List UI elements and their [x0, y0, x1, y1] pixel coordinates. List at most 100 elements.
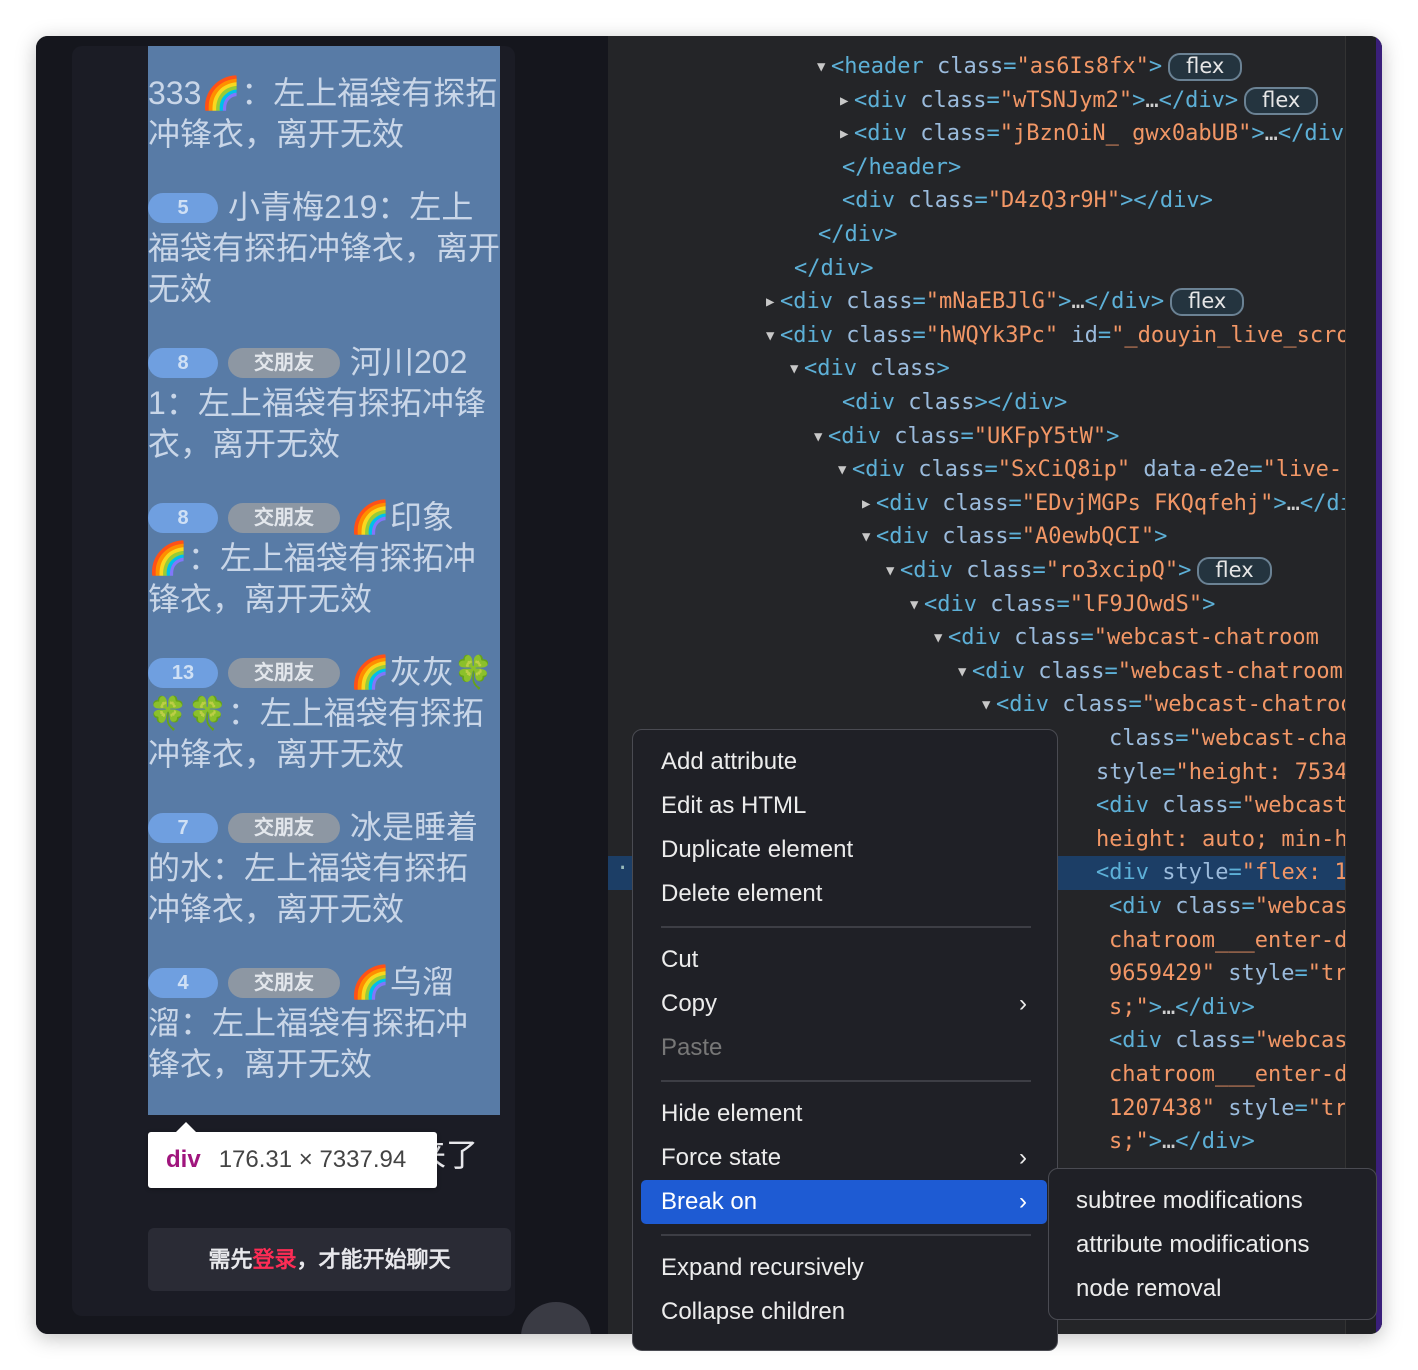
dom-node-row[interactable]: <div style="flex: 1 1 [1096, 856, 1345, 890]
dom-node-row[interactable]: 1207438" style="tra [1109, 1092, 1345, 1126]
menu-item-break-on[interactable]: Break on › [641, 1180, 1047, 1224]
dom-node-row[interactable]: ▼ <div class> [790, 352, 950, 386]
code-token: <div [1096, 793, 1163, 819]
code-token: = [1056, 591, 1070, 617]
code-token: … [1286, 490, 1300, 516]
expanded-triangle-icon[interactable]: ▼ [766, 319, 780, 353]
dom-node-row[interactable]: ▼ <div class="webcast-chatroom [934, 621, 1319, 655]
dom-node-row[interactable]: <div class="webcast-chatroom [1096, 789, 1345, 823]
expanded-triangle-icon[interactable]: ▼ [886, 554, 900, 588]
dom-node-row[interactable]: s;">…</div> [1109, 1125, 1255, 1159]
code-token: <div [854, 121, 921, 147]
menu-item-collapse-children[interactable]: Collapse children [641, 1290, 1047, 1334]
user-level-badge: 8 [148, 503, 218, 533]
menu-item-edit-as-html[interactable]: Edit as HTML [641, 784, 1047, 828]
expanded-triangle-icon[interactable]: ▼ [790, 352, 804, 386]
dom-node-row[interactable]: <div class="webcast [1109, 1024, 1345, 1058]
dom-node-row[interactable]: </header> [842, 151, 961, 185]
dom-node-row[interactable]: <div class="webcast [1109, 890, 1345, 924]
menu-item-expand-recursively[interactable]: Expand recursively [641, 1246, 1047, 1290]
code-token: "SxCiQ8ip" [997, 457, 1131, 483]
chat-username[interactable]: 333🌈 [148, 75, 241, 111]
submenu-item-node-removal[interactable]: node removal [1076, 1267, 1221, 1311]
collapsed-triangle-icon[interactable]: ▶ [766, 285, 780, 319]
code-token: height: auto; min-height [1096, 826, 1345, 852]
menu-item-label: Delete element [661, 880, 823, 907]
dom-node-row[interactable]: <div class="D4zQ3r9H"></div> [842, 184, 1213, 218]
dom-node-row[interactable]: class="webcast-chatroom [1109, 722, 1345, 756]
floating-help-button[interactable] [521, 1302, 591, 1334]
code-token: = [1104, 658, 1118, 684]
flex-badge[interactable]: flex [1170, 288, 1245, 317]
collapsed-triangle-icon[interactable]: ▶ [840, 117, 854, 151]
code-token: = [1249, 457, 1263, 483]
menu-item-hide-element[interactable]: Hide element [641, 1092, 1047, 1136]
dom-node-row[interactable]: 9659429" style="tra [1109, 957, 1345, 991]
chevron-right-icon: › [1019, 1188, 1027, 1215]
menu-item-delete-element[interactable]: Delete element [641, 872, 1047, 916]
menu-item-add-attribute[interactable]: Add attribute [641, 740, 1047, 784]
dom-node-row[interactable]: ▶ <div class="mNaEBJlG">…</div> flex [766, 285, 1245, 319]
expanded-triangle-icon[interactable]: ▼ [817, 50, 831, 84]
dom-node-row[interactable]: ▶<div class="EDvjMGPs FKQqfehj">…</div> [862, 487, 1345, 521]
expanded-triangle-icon[interactable]: ▼ [958, 655, 972, 689]
dom-node-row[interactable]: style="height: 7534.52px [1096, 756, 1345, 790]
inspected-element-highlight: 333🌈：左上福袋有探拓冲锋衣，离开无效 5 小青梅219：左上福袋有探拓冲锋衣，离… [148, 46, 500, 1115]
expanded-triangle-icon[interactable]: ▼ [862, 520, 876, 554]
dom-node-row[interactable]: ▼<div class="SxCiQ8ip" data-e2e="live-ro… [838, 453, 1345, 487]
dom-node-row[interactable]: s;">…</div> [1109, 991, 1255, 1025]
menu-separator [661, 1080, 1031, 1082]
user-level-badge: 13 [148, 658, 218, 688]
dom-node-row[interactable]: chatroom___enter-do [1109, 924, 1345, 958]
flex-badge[interactable]: flex [1244, 86, 1319, 115]
expanded-triangle-icon[interactable]: ▼ [814, 420, 828, 454]
code-token: <div [780, 322, 847, 348]
expanded-triangle-icon[interactable]: ▼ [982, 688, 996, 722]
expanded-triangle-icon[interactable]: ▼ [838, 453, 852, 487]
menu-item-copy[interactable]: Copy › [641, 982, 1047, 1026]
dom-node-row[interactable]: ▼ <header class="as6Is8fx"> flex [817, 50, 1243, 84]
dom-node-row[interactable]: ▼ <div class="webcast-chatroom [982, 688, 1345, 722]
collapsed-triangle-icon[interactable]: ▶ [862, 487, 876, 521]
collapsed-triangle-icon[interactable]: ▶ [840, 84, 854, 118]
code-token: </div> [1299, 490, 1345, 516]
submenu-item-subtree-modifications[interactable]: subtree modifications [1076, 1179, 1303, 1223]
chat-username[interactable]: 小青梅219 [228, 189, 377, 225]
code-token: </div> [818, 222, 898, 247]
chat-panel: 333🌈：左上福袋有探拓冲锋衣，离开无效 5 小青梅219：左上福袋有探拓冲锋衣，离… [72, 46, 515, 1316]
expanded-triangle-icon[interactable]: ▼ [910, 588, 924, 622]
code-token: <div [854, 87, 921, 113]
tooltip-size: 176.31 × 7337.94 [218, 1146, 407, 1173]
dom-node-row[interactable]: height: auto; min-height [1096, 823, 1345, 857]
dom-node-row[interactable]: ▶ <div class="wTSNJym2">…</div> flex [840, 84, 1319, 118]
menu-item-force-state[interactable]: Force state › [641, 1136, 1047, 1180]
dom-node-row[interactable]: ▼ <div class="lF9JOwdS"> [910, 588, 1215, 622]
code-token: = [1162, 759, 1176, 785]
menu-item-label: Edit as HTML [661, 792, 807, 819]
chat-message: 5 小青梅219：左上福袋有探拓冲锋衣，离开无效 [148, 187, 500, 310]
user-level-badge: 8 [148, 348, 218, 378]
login-link[interactable]: 登录 [252, 1247, 296, 1272]
expanded-triangle-icon[interactable]: ▼ [934, 621, 948, 655]
code-token: > [936, 356, 950, 382]
dom-node-row[interactable]: <div class></div> [842, 386, 1067, 420]
menu-item-cut[interactable]: Cut [641, 938, 1047, 982]
dom-node-row[interactable]: chatroom___enter-do [1109, 1058, 1345, 1092]
flex-badge[interactable]: flex [1168, 53, 1243, 81]
flex-badge[interactable]: flex [1197, 557, 1272, 585]
dom-node-row[interactable]: ▼ <div class="A0ewbQCI"> [862, 520, 1167, 554]
dom-node-row[interactable]: ▼ <div class="ro3xcipQ"> flex [886, 554, 1272, 588]
dom-node-row[interactable]: </div> [818, 218, 897, 252]
live-page: 333🌈：左上福袋有探拓冲锋衣，离开无效 5 小青梅219：左上福袋有探拓冲锋衣，离… [36, 36, 608, 1334]
submenu-item-attribute-modifications[interactable]: attribute modifications [1076, 1223, 1309, 1267]
code-token: = [1008, 524, 1022, 550]
dom-node-row[interactable]: </div> [794, 252, 873, 286]
code-token: class [1109, 726, 1176, 751]
dom-node-row[interactable]: ▼ <div class="hWQYk3Pc" id="_douyin_live_… [766, 319, 1345, 353]
dom-node-row[interactable]: ▼ <div class="webcast-chatroom [958, 655, 1343, 689]
code-token: "wTSNJym2" [999, 87, 1133, 113]
code-token: <div [842, 390, 909, 415]
dom-node-row[interactable]: ▶<div class="jBznOiN_ gwx0abUB">…</div> [840, 117, 1345, 151]
menu-item-duplicate-element[interactable]: Duplicate element [641, 828, 1047, 872]
dom-node-row[interactable]: ▼ <div class="UKFpY5tW"> [814, 420, 1119, 454]
